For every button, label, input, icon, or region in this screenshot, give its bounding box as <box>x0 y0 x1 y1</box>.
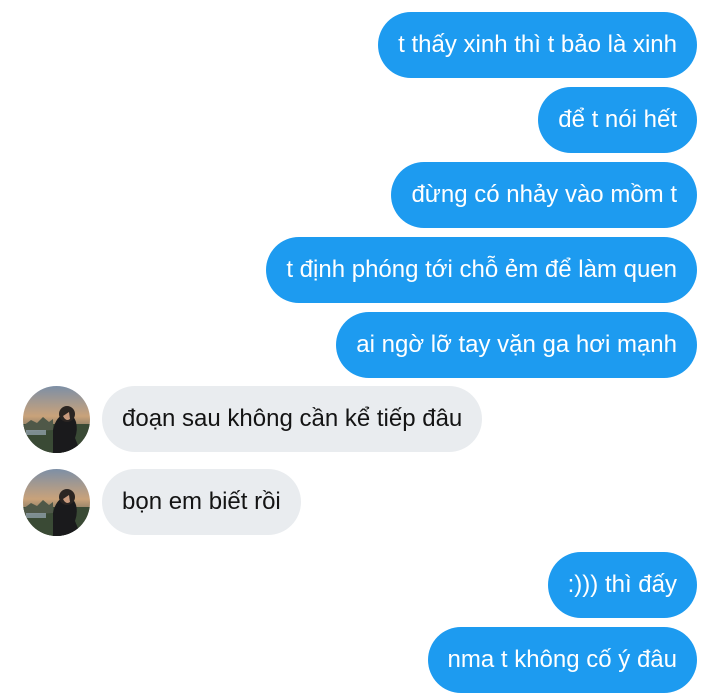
avatar-photo-icon <box>23 469 90 536</box>
avatar-photo-icon <box>23 386 90 453</box>
message-bubble-outgoing[interactable]: ai ngờ lỡ tay vặn ga hơi mạnh <box>336 312 697 378</box>
message-bubble-outgoing[interactable]: đừng có nhảy vào mồm t <box>391 162 697 228</box>
message-bubble-outgoing[interactable]: để t nói hết <box>538 87 697 153</box>
message-bubble-outgoing[interactable]: t thấy xinh thì t bảo là xinh <box>378 12 697 78</box>
message-bubble-outgoing[interactable]: nma t không cố ý đâu <box>427 627 697 693</box>
sender-avatar[interactable] <box>23 386 90 453</box>
message-bubble-incoming[interactable]: đoạn sau không cần kể tiếp đâu <box>102 386 483 452</box>
message-bubble-outgoing[interactable]: :))) thì đấy <box>547 552 697 618</box>
chat-screen: { "messages": [ {"side": "out", "text": … <box>0 0 719 697</box>
sender-avatar[interactable] <box>23 469 90 536</box>
message-bubble-outgoing[interactable]: t định phóng tới chỗ ẻm để làm quen <box>266 237 697 303</box>
message-bubble-incoming[interactable]: bọn em biết rồi <box>102 469 301 535</box>
